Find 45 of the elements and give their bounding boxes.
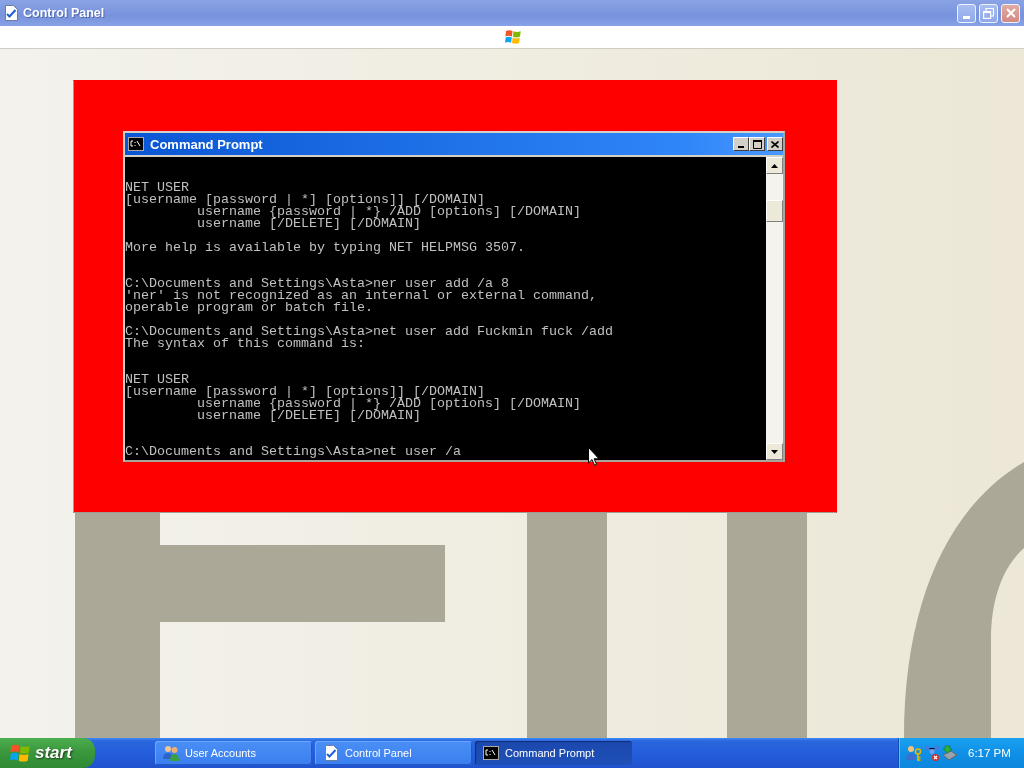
windows-logo-icon	[10, 743, 30, 763]
restore-button[interactable]	[979, 3, 998, 23]
close-icon	[1005, 8, 1016, 18]
console-line: C:\Documents and Settings\Asta>net user /a	[125, 446, 461, 458]
console-line: NET USER	[125, 374, 189, 386]
window-title: Control Panel	[23, 6, 105, 20]
scrollbar-thumb[interactable]	[766, 200, 783, 222]
start-button[interactable]: start	[0, 738, 95, 768]
document-check-icon	[3, 5, 19, 21]
console-line: The syntax of this command is:	[125, 338, 365, 350]
console-line: C:\Documents and Settings\Asta>net user add Fuckmin fuck /add	[125, 326, 613, 338]
console-line: C:\Documents and Settings\Asta>ner user add /a 8	[125, 278, 509, 290]
console-line: NET USER	[125, 182, 189, 194]
maximize-icon	[752, 139, 762, 149]
maximize-button[interactable]	[749, 137, 765, 151]
console-icon	[483, 746, 499, 760]
console-line: username {password | *} /ADD [options] [/DOMAIN]	[197, 398, 581, 410]
caret-up-icon	[771, 163, 778, 168]
console-line: More help is available by typing NET HELPMSG 3507.	[125, 242, 525, 254]
caret-down-icon	[771, 449, 778, 454]
window-title: Command Prompt	[150, 136, 263, 152]
windows-logo-icon	[505, 29, 521, 45]
close-icon	[771, 140, 779, 148]
console-line: username {password | *} /ADD [options] [/DOMAIN]	[197, 206, 581, 218]
taskbar-button[interactable]: Command Prompt	[475, 741, 632, 765]
console-line: 'ner' is not recognized as an internal or external command,	[125, 290, 597, 302]
console-line: username [/DELETE] [/DOMAIN]	[197, 218, 421, 230]
console-line: [username [password | *] [options]] [/DOMAIN]	[125, 194, 485, 206]
card-arrow-icon	[942, 745, 958, 761]
console-icon	[128, 137, 144, 151]
scroll-up-button[interactable]	[766, 157, 783, 174]
minimize-icon	[738, 146, 744, 148]
users-icon	[163, 745, 179, 761]
restore-icon	[983, 7, 994, 19]
user-key-icon	[906, 745, 922, 761]
console-line: operable program or batch file.	[125, 302, 373, 314]
taskbar-button[interactable]: Control Panel	[315, 741, 472, 765]
console-line: username [/DELETE] [/DOMAIN]	[197, 410, 421, 422]
scroll-down-button[interactable]	[766, 443, 783, 460]
taskbar-clock: 6:17 PM	[968, 747, 1011, 759]
console-line: [username [password | *] [options]] [/DOMAIN]	[125, 386, 485, 398]
minimize-icon	[963, 15, 970, 19]
document-check-icon	[323, 745, 339, 761]
network-error-icon	[924, 745, 940, 761]
taskbar-button[interactable]: User Accounts	[155, 741, 312, 765]
